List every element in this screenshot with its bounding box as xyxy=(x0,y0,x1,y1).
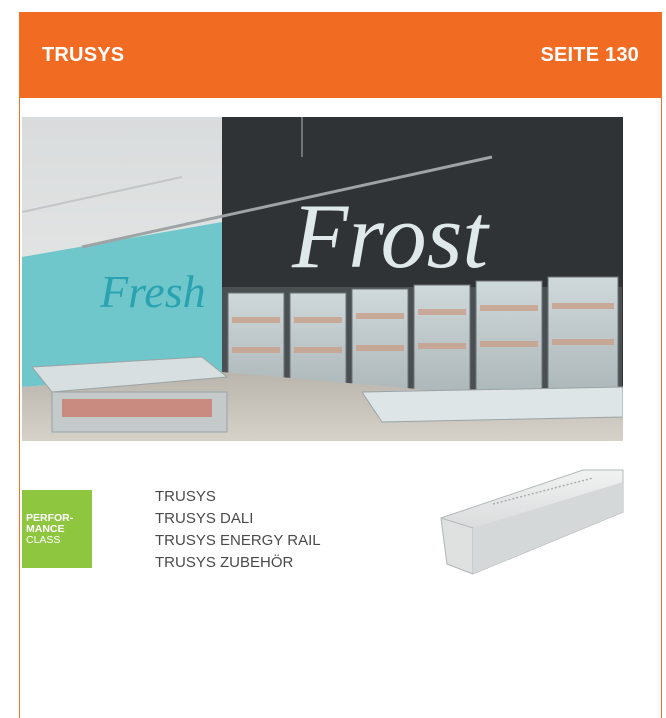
luminaire-product-image xyxy=(433,462,625,594)
link-trusys-dali[interactable]: TRUSYS DALI xyxy=(155,508,321,530)
page-reference[interactable]: SEITE 130 xyxy=(540,44,639,67)
section-title: TRUSYS xyxy=(42,43,125,66)
badge-line-3: CLASS xyxy=(26,533,61,546)
section-header: TRUSYS SEITE 130 xyxy=(20,12,661,98)
link-trusys-zubehoer[interactable]: TRUSYS ZUBEHÖR xyxy=(155,552,321,574)
link-trusys[interactable]: TRUSYS xyxy=(155,486,321,508)
frost-sign: Frost xyxy=(291,185,490,287)
badge-line-2: MANCE xyxy=(26,522,65,535)
badge-line-1: PERFOR- xyxy=(26,511,74,524)
product-link-list: TRUSYS TRUSYS DALI TRUSYS ENERGY RAIL TR… xyxy=(155,486,321,574)
link-trusys-energy-rail[interactable]: TRUSYS ENERGY RAIL xyxy=(155,530,321,552)
supermarket-photo: Frost Fresh xyxy=(22,117,623,441)
fresh-sign: Fresh xyxy=(99,266,206,317)
performance-class-badge: PERFOR- MANCE CLASS xyxy=(22,490,92,568)
